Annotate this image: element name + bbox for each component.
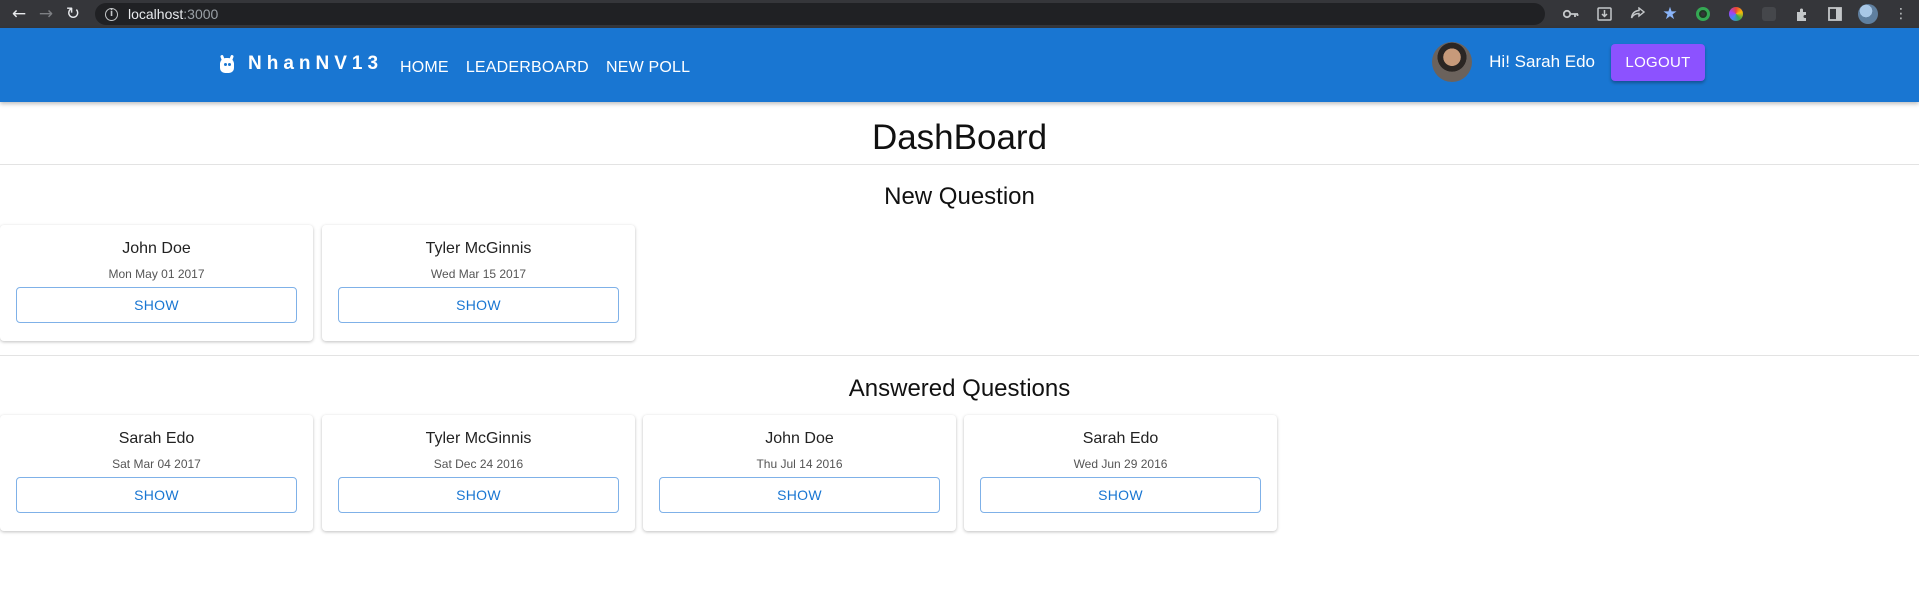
- sidepanel-icon[interactable]: [1825, 3, 1845, 25]
- question-author: John Doe: [765, 430, 834, 447]
- share-icon[interactable]: [1627, 3, 1647, 25]
- question-card: Tyler McGinnis Wed Mar 15 2017 SHOW: [322, 225, 635, 341]
- forward-icon[interactable]: →: [35, 3, 57, 25]
- new-questions-list: John Doe Mon May 01 2017 SHOW Tyler McGi…: [0, 225, 1919, 341]
- extension-icon[interactable]: [1726, 3, 1746, 25]
- question-card: Sarah Edo Wed Jun 29 2016 SHOW: [964, 415, 1277, 531]
- nav-leaderboard-link[interactable]: LEADERBOARD: [466, 59, 589, 77]
- nav-home-link[interactable]: HOME: [400, 59, 449, 77]
- android-icon: [218, 54, 236, 74]
- question-date: Sat Mar 04 2017: [112, 457, 201, 471]
- show-button[interactable]: SHOW: [16, 287, 297, 323]
- extension-color-icon: [1729, 7, 1743, 21]
- question-author: Tyler McGinnis: [425, 240, 532, 257]
- avatar: [1432, 42, 1473, 82]
- question-date: Wed Jun 29 2016: [1073, 457, 1168, 471]
- profile-icon[interactable]: [1858, 3, 1878, 25]
- answered-questions-list: Sarah Edo Sat Mar 04 2017 SHOW Tyler McG…: [0, 415, 1919, 531]
- divider: [0, 355, 1919, 356]
- star-icon[interactable]: ★: [1660, 3, 1680, 25]
- show-button[interactable]: SHOW: [16, 477, 297, 513]
- url-text[interactable]: localhost:3000: [128, 6, 218, 22]
- divider: [0, 164, 1919, 165]
- question-date: Mon May 01 2017: [108, 267, 205, 281]
- show-button[interactable]: SHOW: [980, 477, 1261, 513]
- question-card: John Doe Thu Jul 14 2016 SHOW: [643, 415, 956, 531]
- reload-icon[interactable]: ↻: [62, 3, 84, 25]
- nav-links: HOME LEADERBOARD NEW POLL: [400, 59, 690, 77]
- answered-questions-title: Answered Questions: [848, 375, 1071, 402]
- show-button[interactable]: SHOW: [338, 287, 619, 323]
- extension-dark-icon: [1762, 7, 1776, 21]
- extension-icon[interactable]: [1759, 3, 1779, 25]
- question-date: Sat Dec 24 2016: [433, 457, 524, 471]
- question-author: John Doe: [122, 240, 191, 257]
- logout-button[interactable]: LOGOUT: [1611, 43, 1705, 81]
- info-icon[interactable]: i: [105, 7, 118, 21]
- brand[interactable]: NhanNV13: [218, 53, 383, 75]
- profile-avatar: [1858, 4, 1878, 24]
- question-author: Sarah Edo: [1082, 430, 1159, 447]
- question-card: Sarah Edo Sat Mar 04 2017 SHOW: [0, 415, 313, 531]
- url-host: localhost: [128, 6, 184, 22]
- back-icon[interactable]: ←: [8, 3, 30, 25]
- question-card: Tyler McGinnis Sat Dec 24 2016 SHOW: [322, 415, 635, 531]
- nav-new-poll-link[interactable]: NEW POLL: [606, 59, 690, 77]
- install-icon[interactable]: [1594, 3, 1614, 25]
- show-button[interactable]: SHOW: [338, 477, 619, 513]
- key-icon[interactable]: [1561, 3, 1581, 25]
- puzzle-icon[interactable]: [1792, 3, 1812, 25]
- question-author: Tyler McGinnis: [425, 430, 532, 447]
- show-button[interactable]: SHOW: [659, 477, 940, 513]
- app-bar: NhanNV13 HOME LEADERBOARD NEW POLL Hi! S…: [0, 28, 1919, 102]
- address-bar[interactable]: i localhost:3000: [95, 3, 1545, 25]
- browser-toolbar: ← → ↻ i localhost:3000 ★ ⋮: [0, 0, 1919, 28]
- question-author: Sarah Edo: [118, 430, 195, 447]
- brand-name: NhanNV13: [248, 53, 384, 74]
- extension-green-icon: [1696, 7, 1710, 21]
- user-area: Hi! Sarah Edo LOGOUT: [1432, 42, 1705, 82]
- url-port: :3000: [183, 6, 219, 22]
- menu-icon[interactable]: ⋮: [1891, 3, 1911, 25]
- extension-icon[interactable]: [1693, 3, 1713, 25]
- question-card: John Doe Mon May 01 2017 SHOW: [0, 225, 313, 341]
- question-date: Thu Jul 14 2016: [756, 457, 843, 471]
- page-title: DashBoard: [871, 118, 1048, 157]
- question-date: Wed Mar 15 2017: [430, 267, 527, 281]
- new-questions-title: New Question: [884, 183, 1035, 210]
- user-greeting: Hi! Sarah Edo: [1489, 52, 1595, 71]
